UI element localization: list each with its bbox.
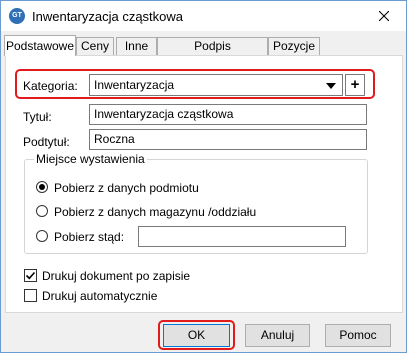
tab-ceny[interactable]: Ceny [76, 37, 114, 55]
add-category-button[interactable]: + [345, 74, 365, 96]
close-icon [378, 11, 389, 21]
app-icon: GT [9, 8, 25, 24]
kategoria-value: Inwentaryzacja [94, 78, 175, 92]
checkbox-label-po-zapisie: Drukuj dokument po zapisie [42, 269, 191, 283]
group-title: Miejsce wystawienia [34, 152, 147, 166]
radio-label-podmiot: Pobierz z danych podmiotu [54, 181, 199, 195]
window-title: Inwentaryzacja cząstkowa [32, 9, 184, 24]
ok-button[interactable]: OK [163, 324, 230, 347]
tytul-field[interactable]: Inwentaryzacja cząstkowa [89, 104, 367, 125]
dialog-window: GT Inwentaryzacja cząstkowa Podstawowe C… [0, 0, 407, 353]
radio-pobierz-stad[interactable] [36, 230, 48, 242]
podtytul-label: Podtytuł: [23, 135, 70, 149]
radio-label-magazyn: Pobierz z danych magazynu /oddziału [54, 205, 257, 219]
title-bar[interactable]: GT Inwentaryzacja cząstkowa [1, 1, 406, 31]
checkbox-label-automatycznie: Drukuj automatycznie [42, 289, 158, 303]
help-button[interactable]: Pomoc [325, 324, 391, 347]
kategoria-label: Kategoria: [23, 79, 78, 93]
kategoria-dropdown[interactable]: Inwentaryzacja [89, 74, 343, 96]
checkmark-icon [25, 271, 36, 280]
checkbox-drukuj-po-zapisie[interactable] [24, 269, 37, 282]
stad-input[interactable] [138, 226, 346, 247]
radio-pobierz-z-magazynu[interactable] [36, 205, 48, 217]
radio-label-stad: Pobierz stąd: [54, 230, 125, 244]
cancel-button[interactable]: Anuluj [245, 324, 310, 347]
checkbox-drukuj-automatycznie[interactable] [24, 289, 37, 302]
chevron-down-icon [326, 83, 336, 89]
tytul-label: Tytuł: [23, 110, 52, 124]
radio-pobierz-z-podmiotu[interactable] [36, 181, 48, 193]
podtytul-field[interactable]: Roczna [89, 129, 367, 150]
tab-pozycje[interactable]: Pozycje [268, 37, 320, 55]
tab-inne[interactable]: Inne [116, 37, 157, 55]
tab-podstawowe[interactable]: Podstawowe [4, 35, 76, 56]
tab-podpis-elektroniczny[interactable]: Podpis elektroniczny [157, 37, 268, 69]
close-button[interactable] [361, 1, 406, 31]
